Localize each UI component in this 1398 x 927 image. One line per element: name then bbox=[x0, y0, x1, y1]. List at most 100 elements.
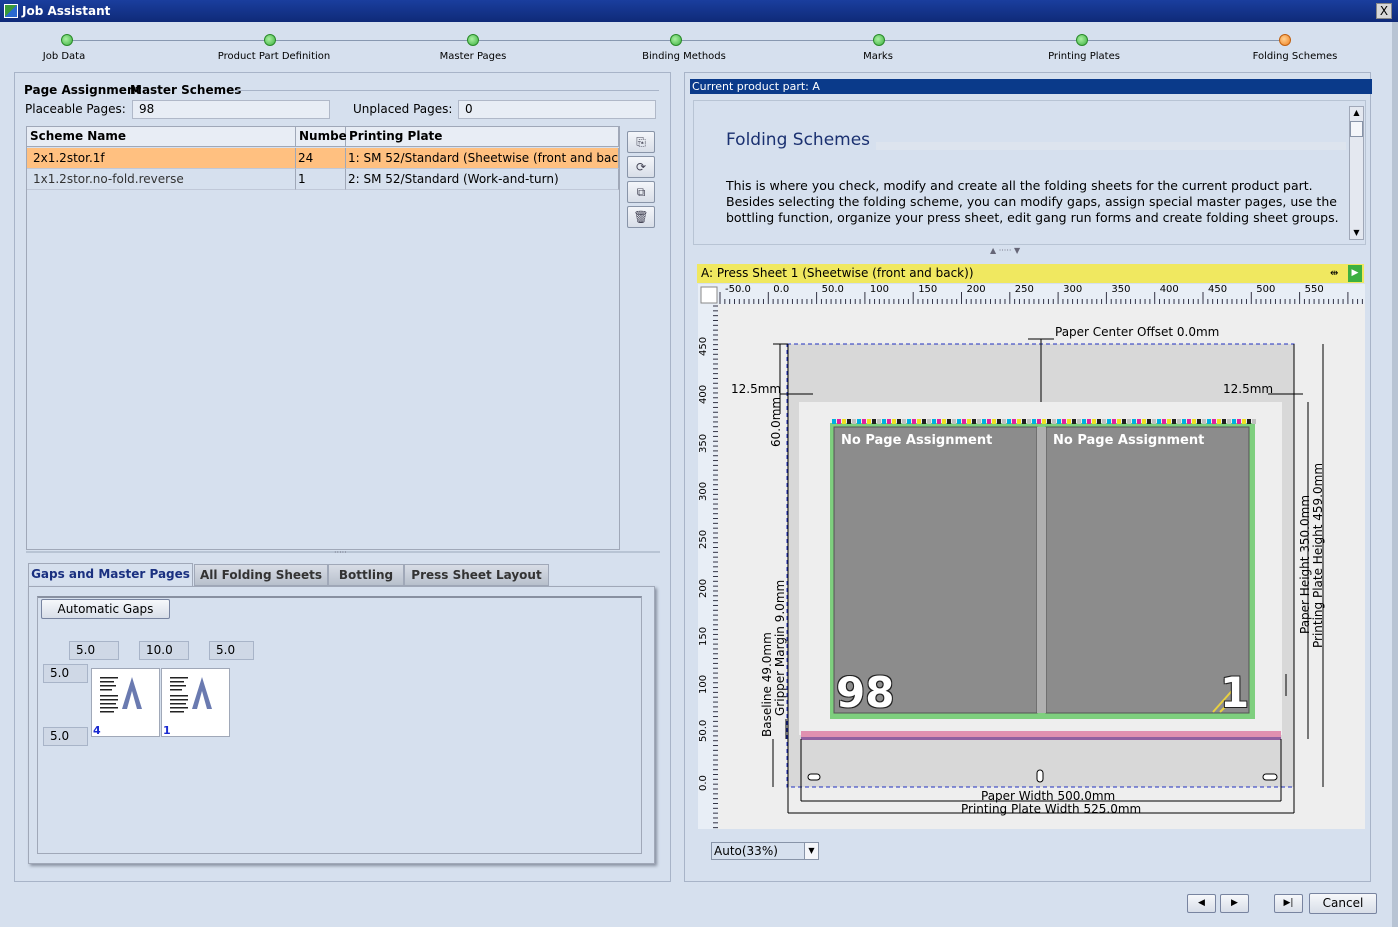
app-icon bbox=[4, 4, 18, 18]
page-number-right: 1 bbox=[1220, 668, 1250, 717]
ruler-tick-label: 500 bbox=[1256, 284, 1276, 295]
ruler-tick-label: 350 bbox=[1111, 284, 1131, 295]
printing-plate-cell[interactable]: 2: SM 52/Standard (Work-and-turn) bbox=[346, 169, 619, 190]
section-title-master-schemes: Master Schemes bbox=[130, 83, 242, 97]
splitter-grip-icon[interactable]: ▲ ····· ▼ bbox=[990, 246, 1020, 255]
step-dot-binding[interactable] bbox=[670, 34, 682, 46]
step-label-job-data[interactable]: Job Data bbox=[14, 51, 114, 62]
col-header-number[interactable]: Number bbox=[296, 127, 353, 147]
col-header-printing-plate[interactable]: Printing Plate bbox=[346, 127, 619, 147]
zoom-select[interactable]: Auto(33%) bbox=[711, 842, 819, 860]
step-label-product-part[interactable]: Product Part Definition bbox=[204, 51, 344, 62]
ruler-tick-label: 150 bbox=[698, 626, 709, 646]
gap-field-top-right[interactable]: 5.0 bbox=[209, 641, 254, 660]
left-ruler: 450 400 350 300 250 200 150 100 50.0 0.0 bbox=[698, 304, 712, 824]
add-scheme-icon[interactable]: ⎘ bbox=[627, 131, 655, 153]
scheme-name-cell[interactable]: 1x1.2stor.no-fold.reverse bbox=[27, 169, 296, 190]
thumb-number: 4 bbox=[93, 724, 101, 737]
master-page-thumb[interactable] bbox=[161, 668, 230, 737]
gap-field-left-bottom[interactable]: 5.0 bbox=[43, 727, 88, 746]
tab-press-sheet-layout[interactable]: Press Sheet Layout bbox=[404, 564, 549, 586]
number-cell[interactable]: 1 bbox=[296, 169, 346, 190]
step-label-master-pages[interactable]: Master Pages bbox=[423, 51, 523, 62]
gap-field-top-left[interactable]: 5.0 bbox=[69, 641, 119, 660]
step-dot-folding-schemes[interactable] bbox=[1279, 34, 1291, 46]
help-text: This is where you check, modify and crea… bbox=[726, 178, 1339, 225]
gap-field-top-mid[interactable]: 10.0 bbox=[139, 641, 189, 660]
ruler-tick-label: 50.0 bbox=[698, 720, 709, 743]
tab-bottling[interactable]: Bottling bbox=[328, 564, 404, 586]
top-ruler: -50.0 0.0 50.0 100 150 200 250 300 350 400 450 500 5… bbox=[725, 284, 1365, 297]
split-view-icon[interactable]: ⇹ bbox=[1330, 266, 1344, 281]
scroll-up-icon[interactable]: ▲ bbox=[1349, 106, 1364, 120]
gap-field-left-top[interactable]: 5.0 bbox=[43, 664, 88, 683]
baseline-label: Baseline 49.0mm bbox=[760, 632, 774, 737]
step-dot-job-data[interactable] bbox=[61, 34, 73, 46]
ruler-tick-label: 100 bbox=[698, 675, 709, 695]
ruler-tick-label: -50.0 bbox=[725, 284, 751, 295]
last-button[interactable]: ▶| bbox=[1274, 894, 1303, 913]
thumb-number: 1 bbox=[163, 724, 171, 737]
close-button[interactable]: X bbox=[1376, 3, 1392, 19]
ruler-tick-label: 400 bbox=[698, 385, 709, 405]
ruler-tick-label: 300 bbox=[698, 481, 709, 501]
plate-width-label: Printing Plate Width 525.0mm bbox=[961, 802, 1142, 816]
ruler-tick-label: 200 bbox=[698, 578, 709, 598]
tab-gaps-master-pages[interactable]: Gaps and Master Pages bbox=[28, 563, 193, 587]
copy-scheme-icon[interactable]: ⧉ bbox=[627, 181, 655, 203]
page-left-label: No Page Assignment bbox=[841, 433, 993, 448]
step-label-marks[interactable]: Marks bbox=[848, 51, 908, 62]
step-dot-printing-plates[interactable] bbox=[1076, 34, 1088, 46]
step-dot-product-part[interactable] bbox=[264, 34, 276, 46]
scheme-name-cell[interactable]: 2x1.2stor.1f bbox=[27, 148, 296, 169]
ruler-tick-label: 250 bbox=[698, 530, 709, 550]
delete-scheme-icon[interactable]: 🗑 bbox=[627, 206, 655, 228]
ruler-tick-label: 450 bbox=[1208, 284, 1228, 295]
splitter-grip-icon[interactable]: ····· bbox=[334, 548, 347, 557]
ruler-tick-label: 150 bbox=[918, 284, 938, 295]
previous-button[interactable]: ◀ bbox=[1187, 894, 1216, 913]
col-header-scheme-name[interactable]: Scheme Name bbox=[27, 127, 296, 147]
step-dot-master-pages[interactable] bbox=[467, 34, 479, 46]
section-title-page-assignment: Page Assignment bbox=[24, 83, 142, 97]
ruler-tick-label: 300 bbox=[1063, 284, 1083, 295]
cancel-button[interactable]: Cancel bbox=[1309, 893, 1377, 914]
ruler-tick-label: 550 bbox=[1304, 284, 1324, 295]
window-edge bbox=[1392, 22, 1398, 927]
ruler-tick-label: 50.0 bbox=[821, 284, 844, 295]
ruler-tick-label: 450 bbox=[698, 336, 709, 356]
step-label-binding[interactable]: Binding Methods bbox=[626, 51, 742, 62]
help-title: Folding Schemes bbox=[726, 130, 871, 150]
tab-all-folding-sheets[interactable]: All Folding Sheets bbox=[194, 564, 328, 586]
step-label-folding-schemes[interactable]: Folding Schemes bbox=[1240, 51, 1350, 62]
press-sheet-canvas[interactable] bbox=[698, 284, 1365, 829]
number-cell[interactable]: 24 bbox=[296, 148, 346, 169]
master-page-preview-icon bbox=[170, 677, 212, 713]
master-page-thumb[interactable] bbox=[91, 668, 160, 737]
scroll-thumb[interactable] bbox=[1350, 121, 1363, 137]
next-button[interactable]: ▶ bbox=[1220, 894, 1249, 913]
page-number-left: 98 bbox=[836, 668, 895, 717]
ruler-tick-label: 200 bbox=[966, 284, 986, 295]
refresh-scheme-icon[interactable]: ⟳ bbox=[627, 156, 655, 178]
paper-width-label: Paper Width 500.0mm bbox=[981, 789, 1116, 803]
ruler-tick-label: 0.0 bbox=[773, 284, 790, 295]
current-product-part: Current product part: A bbox=[690, 79, 1372, 94]
gripper-margin-label: Gripper Margin 9.0mm bbox=[773, 579, 787, 716]
page-right-label: No Page Assignment bbox=[1053, 433, 1205, 448]
play-icon[interactable]: ▶ bbox=[1348, 265, 1362, 282]
placeable-pages-field: 98 bbox=[132, 100, 330, 119]
window-title-bar: Job Assistant bbox=[0, 0, 1398, 22]
chevron-down-icon[interactable]: ▼ bbox=[804, 843, 818, 859]
step-dot-marks[interactable] bbox=[873, 34, 885, 46]
automatic-gaps-button[interactable]: Automatic Gaps bbox=[41, 599, 170, 619]
plate-height-label: Printing Plate Height 459.0mm bbox=[1311, 462, 1325, 648]
step-label-printing-plates[interactable]: Printing Plates bbox=[1034, 51, 1134, 62]
ruler-tick-label: 100 bbox=[869, 284, 889, 295]
master-page-preview-icon bbox=[100, 677, 142, 717]
printing-plate-cell[interactable]: 1: SM 52/Standard (Sheetwise (front and … bbox=[346, 148, 619, 169]
ruler-tick-label: 350 bbox=[698, 433, 709, 453]
unplaced-pages-label: Unplaced Pages: bbox=[353, 102, 453, 116]
scroll-down-icon[interactable]: ▼ bbox=[1349, 226, 1364, 240]
press-sheet-header: A: Press Sheet 1 (Sheetwise (front and b… bbox=[697, 264, 1364, 283]
